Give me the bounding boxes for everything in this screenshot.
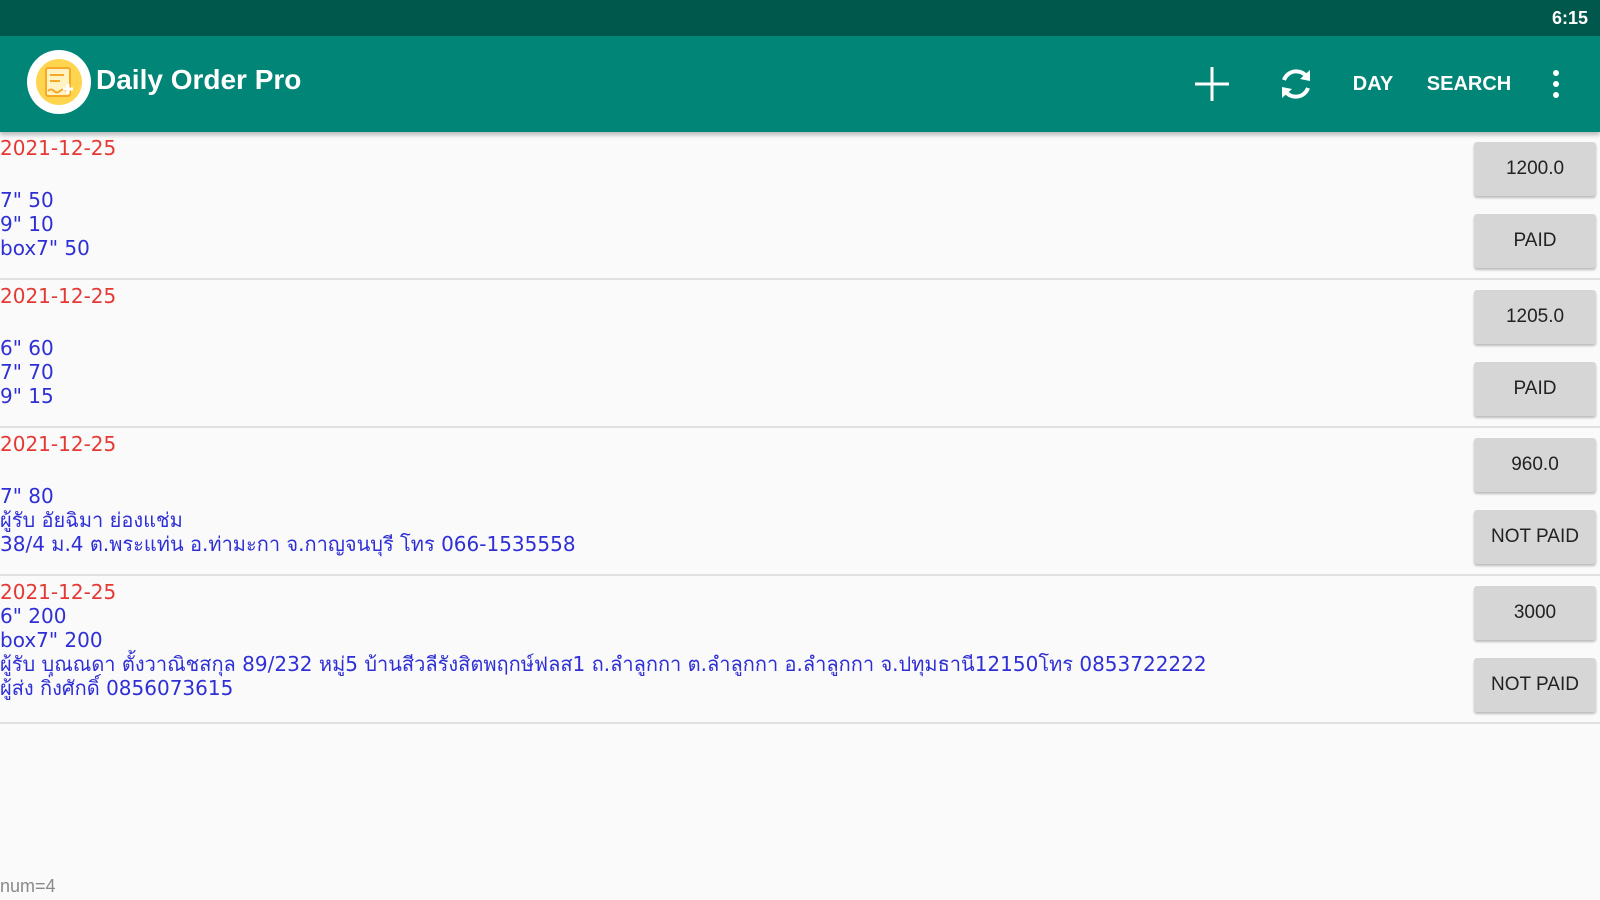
order-list: 2021-12-25 7" 50 9" 10 box7" 50 1200.0 P… — [0, 132, 1600, 724]
order-line: 6" 200 — [0, 604, 67, 628]
order-line: box7" 50 — [0, 236, 90, 260]
order-line — [0, 160, 116, 188]
app-bar: Daily Order Pro DAY SEARCH — [0, 36, 1600, 132]
payment-status-button[interactable]: PAID — [1474, 362, 1596, 416]
order-details: 2021-12-25 7" 50 9" 10 box7" 50 — [0, 136, 116, 260]
order-date: 2021-12-25 — [0, 580, 117, 604]
day-button[interactable]: DAY — [1348, 36, 1398, 132]
order-item[interactable]: 2021-12-25 6" 200 box7" 200 ผู้รับ บุณณด… — [0, 576, 1600, 724]
more-options-button[interactable] — [1540, 36, 1572, 132]
order-line: 6" 60 — [0, 336, 54, 360]
amount-button[interactable]: 1200.0 — [1474, 142, 1596, 196]
order-count: num=4 — [0, 876, 56, 896]
amount-button[interactable]: 3000 — [1474, 586, 1596, 640]
order-line: 7" 50 — [0, 188, 54, 212]
order-line: ผู้ส่ง กิ่งศักดิ์ 0856073615 — [0, 676, 234, 700]
search-button[interactable]: SEARCH — [1424, 36, 1514, 132]
order-line: ผู้รับ บุณณดา ตั้งวาณิชสกุล 89/232 หมู่5… — [0, 652, 1207, 676]
order-line — [0, 456, 576, 484]
amount-button[interactable]: 960.0 — [1474, 438, 1596, 492]
add-order-button[interactable] — [1188, 36, 1236, 132]
payment-status-button[interactable]: NOT PAID — [1474, 658, 1596, 712]
order-details: 2021-12-25 6" 60 7" 70 9" 15 — [0, 284, 116, 408]
more-vert-icon — [1553, 70, 1559, 98]
order-item[interactable]: 2021-12-25 7" 50 9" 10 box7" 50 1200.0 P… — [0, 132, 1600, 280]
order-date: 2021-12-25 — [0, 136, 117, 160]
payment-status-button[interactable]: NOT PAID — [1474, 510, 1596, 564]
refresh-button[interactable] — [1272, 36, 1320, 132]
payment-status-button[interactable]: PAID — [1474, 214, 1596, 268]
status-time: 6:15 — [1551, 8, 1588, 28]
amount-button[interactable]: 1205.0 — [1474, 290, 1596, 344]
order-line: box7" 200 — [0, 628, 103, 652]
order-item[interactable]: 2021-12-25 7" 80 ผู้รับ อัยฉิมา ย่องแช่ม… — [0, 428, 1600, 576]
order-line — [0, 308, 116, 336]
order-line: 9" 15 — [0, 384, 54, 408]
plus-icon — [1195, 67, 1229, 101]
app-title: Daily Order Pro — [96, 64, 302, 95]
refresh-icon — [1282, 69, 1310, 99]
order-date: 2021-12-25 — [0, 284, 117, 308]
app-logo-icon — [27, 50, 91, 114]
order-line: 9" 10 — [0, 212, 54, 236]
order-details: 2021-12-25 7" 80 ผู้รับ อัยฉิมา ย่องแช่ม… — [0, 432, 576, 556]
order-line: ผู้รับ อัยฉิมา ย่องแช่ม — [0, 508, 183, 532]
order-details: 2021-12-25 6" 200 box7" 200 ผู้รับ บุณณด… — [0, 580, 1207, 700]
order-date: 2021-12-25 — [0, 432, 117, 456]
order-line: 7" 80 — [0, 484, 54, 508]
order-line: 38/4 ม.4 ต.พระแท่น อ.ท่ามะกา จ.กาญจนบุรี… — [0, 532, 576, 556]
status-bar: 6:15 — [0, 0, 1600, 36]
order-item[interactable]: 2021-12-25 6" 60 7" 70 9" 15 1205.0 PAID — [0, 280, 1600, 428]
order-line: 7" 70 — [0, 360, 54, 384]
